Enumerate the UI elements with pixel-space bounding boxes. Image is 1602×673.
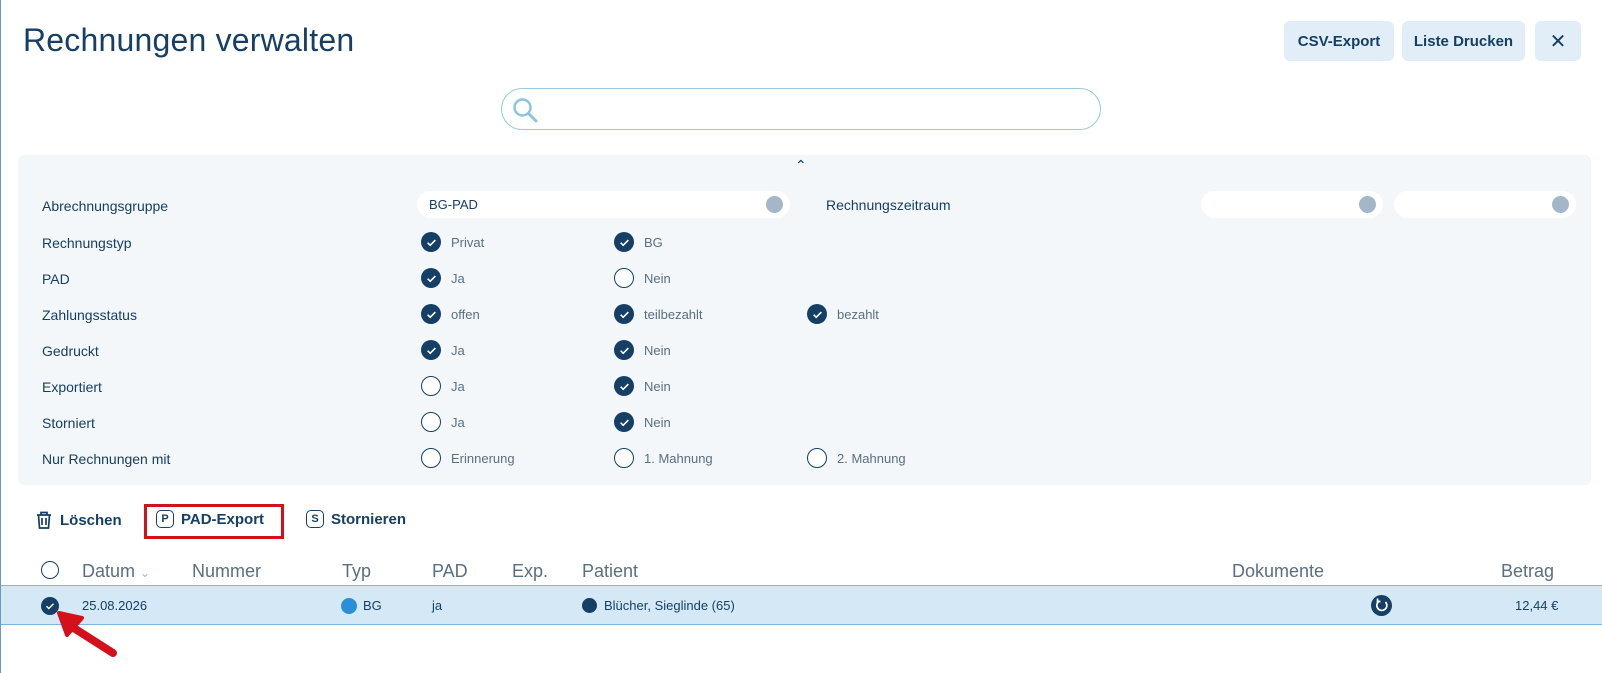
column-dokumente[interactable]: Dokumente	[1232, 561, 1324, 582]
cancel-label: Stornieren	[331, 510, 407, 528]
csv-export-button[interactable]: CSV-Export	[1284, 21, 1394, 61]
label-pad: PAD	[42, 271, 70, 287]
checked-circle-icon[interactable]	[614, 232, 634, 252]
person-icon	[582, 598, 597, 613]
type-dot-icon	[341, 598, 357, 614]
checkbox-rechnungstyp-0[interactable]: Privat	[421, 232, 484, 252]
label-exportiert: Exportiert	[42, 379, 102, 395]
option-label: Nein	[644, 270, 671, 286]
column-patient[interactable]: Patient	[582, 561, 638, 582]
list-icon	[766, 196, 783, 213]
option-label: Nein	[644, 414, 671, 430]
storno-badge-icon: S	[306, 510, 324, 528]
page-title: Rechnungen verwalten	[23, 22, 355, 58]
option-label: Ja	[451, 378, 465, 394]
checkbox-exportiert-1[interactable]: Nein	[614, 376, 671, 396]
option-label: Ja	[451, 270, 465, 286]
option-label: BG	[644, 234, 663, 250]
checkbox-zahlungsstatus-2[interactable]: bezahlt	[807, 304, 879, 324]
column-pad[interactable]: PAD	[432, 561, 468, 582]
table-row[interactable]: 25.08.2026 BG ja Blücher, Sieglinde (65)…	[1, 585, 1602, 625]
option-label: Ja	[451, 414, 465, 430]
checked-circle-icon[interactable]	[614, 340, 634, 360]
date-to-field[interactable]	[1394, 191, 1576, 218]
unchecked-circle-icon[interactable]	[614, 268, 634, 288]
option-label: offen	[451, 306, 480, 322]
trash-icon	[37, 511, 51, 529]
label-zahlungsstatus: Zahlungsstatus	[42, 307, 137, 323]
checked-circle-icon[interactable]	[421, 268, 441, 288]
search-input[interactable]	[501, 88, 1101, 130]
column-exp[interactable]: Exp.	[512, 561, 548, 582]
calendar-icon	[1552, 196, 1569, 213]
cancel-button[interactable]: S Stornieren	[306, 510, 406, 528]
option-label: Nein	[644, 378, 671, 394]
checkbox-rechnungstyp-1[interactable]: BG	[614, 232, 663, 252]
sort-chevron-icon: ⌄	[140, 566, 151, 580]
checkbox-gedruckt-0[interactable]: Ja	[421, 340, 465, 360]
document-history-icon[interactable]	[1371, 595, 1392, 616]
column-typ[interactable]: Typ	[342, 561, 371, 582]
checkbox-nur_rechnungen_mit-1[interactable]: 1. Mahnung	[614, 448, 713, 468]
checkbox-zahlungsstatus-0[interactable]: offen	[421, 304, 480, 324]
option-label: teilbezahlt	[644, 306, 703, 322]
column-betrag[interactable]: Betrag	[1501, 561, 1554, 582]
select-all-checkbox[interactable]	[41, 561, 59, 579]
checkbox-storniert-0[interactable]: Ja	[421, 412, 465, 432]
checkbox-gedruckt-1[interactable]: Nein	[614, 340, 671, 360]
column-nummer[interactable]: Nummer	[192, 561, 261, 582]
checked-circle-icon[interactable]	[614, 376, 634, 396]
close-icon: ✕	[1549, 30, 1567, 53]
unchecked-circle-icon[interactable]	[421, 376, 441, 396]
unchecked-circle-icon[interactable]	[614, 448, 634, 468]
option-label: 2. Mahnung	[837, 450, 906, 466]
calendar-icon	[1359, 196, 1376, 213]
highlight-box	[144, 504, 284, 539]
checkbox-nur_rechnungen_mit-2[interactable]: 2. Mahnung	[807, 448, 906, 468]
unchecked-circle-icon[interactable]	[421, 448, 441, 468]
checkbox-nur_rechnungen_mit-0[interactable]: Erinnerung	[421, 448, 515, 468]
checked-circle-icon[interactable]	[421, 340, 441, 360]
checked-circle-icon[interactable]	[807, 304, 827, 324]
collapse-filters-icon[interactable]: ⌃	[795, 157, 807, 174]
checked-circle-icon[interactable]	[614, 304, 634, 324]
option-label: Nein	[644, 342, 671, 358]
checkbox-pad-0[interactable]: Ja	[421, 268, 465, 288]
cell-typ: BG	[363, 598, 382, 613]
column-datum[interactable]: Datum ⌄	[82, 561, 150, 582]
checked-circle-icon[interactable]	[614, 412, 634, 432]
checked-circle-icon[interactable]	[421, 232, 441, 252]
cell-betrag: 12,44 €	[1515, 598, 1559, 613]
option-label: Ja	[451, 342, 465, 358]
checkbox-storniert-1[interactable]: Nein	[614, 412, 671, 432]
checkbox-pad-1[interactable]: Nein	[614, 268, 671, 288]
cell-patient[interactable]: Blücher, Sieglinde (65)	[604, 598, 735, 613]
unchecked-circle-icon[interactable]	[807, 448, 827, 468]
delete-button[interactable]: Löschen	[35, 510, 122, 530]
arrow-icon	[57, 611, 117, 657]
abrechnungsgruppe-value: BG-PAD	[429, 197, 478, 212]
option-label: bezahlt	[837, 306, 879, 322]
close-button[interactable]: ✕	[1535, 21, 1581, 61]
option-label: Erinnerung	[451, 450, 515, 466]
option-label: 1. Mahnung	[644, 450, 713, 466]
checkbox-exportiert-0[interactable]: Ja	[421, 376, 465, 396]
label-gedruckt: Gedruckt	[42, 343, 99, 359]
search-icon	[513, 98, 538, 123]
option-label: Privat	[451, 234, 485, 250]
abrechnungsgruppe-select[interactable]: BG-PAD	[417, 191, 790, 218]
label-abrechnungsgruppe: Abrechnungsgruppe	[42, 198, 169, 214]
checked-circle-icon[interactable]	[421, 304, 441, 324]
print-list-button[interactable]: Liste Drucken	[1402, 21, 1525, 61]
label-storniert: Storniert	[42, 415, 95, 431]
delete-label: Löschen	[60, 511, 122, 529]
cell-pad: ja	[432, 598, 443, 613]
label-rechnungszeitraum: Rechnungszeitraum	[826, 197, 951, 213]
label-nur-rechnungen-mit: Nur Rechnungen mit	[42, 451, 171, 467]
date-from-field[interactable]	[1201, 191, 1383, 218]
checkbox-zahlungsstatus-1[interactable]: teilbezahlt	[614, 304, 703, 324]
unchecked-circle-icon[interactable]	[421, 412, 441, 432]
label-rechnungstyp: Rechnungstyp	[42, 235, 132, 251]
